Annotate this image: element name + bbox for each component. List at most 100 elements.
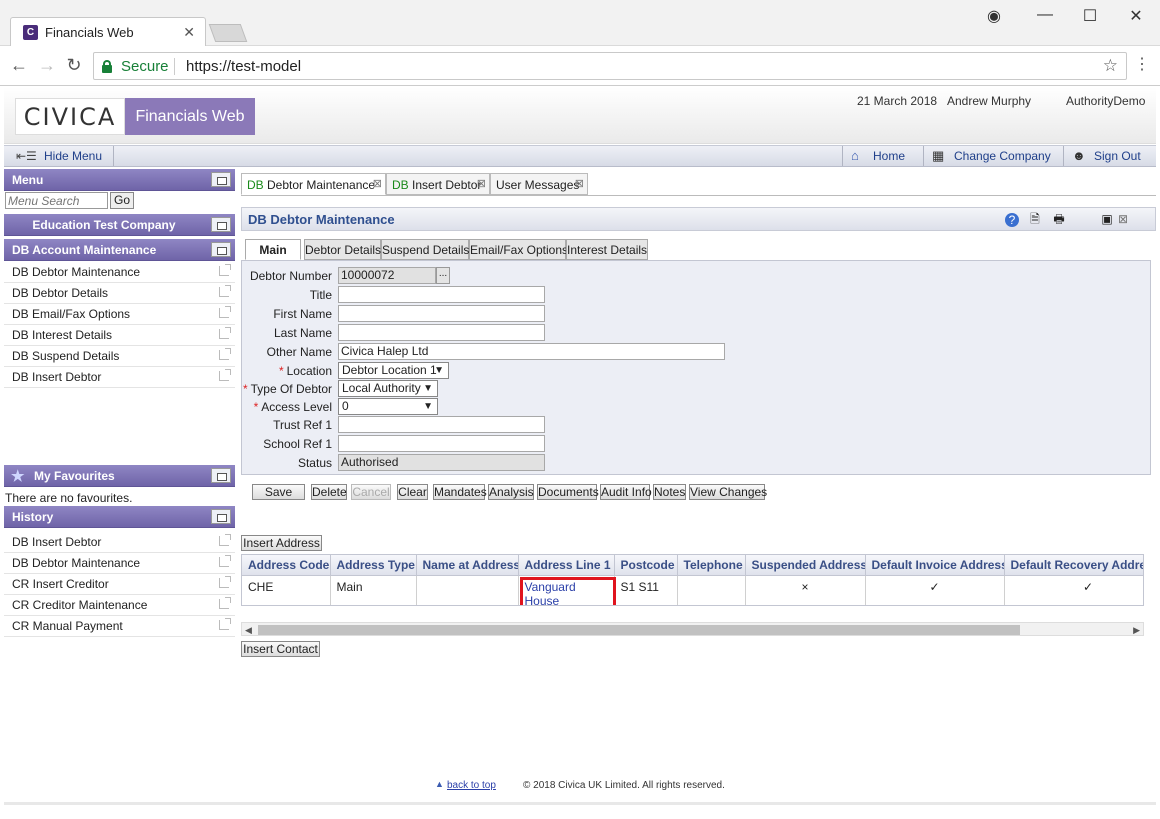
mandates-button[interactable]: Mandates: [433, 484, 487, 500]
column-header[interactable]: Address Code: [242, 555, 331, 576]
open-link-icon[interactable]: [219, 306, 231, 318]
tab-suspend-details[interactable]: Suspend Details: [381, 239, 469, 260]
browser-menu-icon[interactable]: ⋮: [1134, 54, 1150, 74]
tab-close-icon[interactable]: ✕: [183, 24, 195, 41]
print-icon[interactable]: 🖶: [1051, 212, 1067, 227]
open-link-icon[interactable]: [219, 264, 231, 276]
column-header[interactable]: Postcode: [614, 555, 678, 576]
open-link-icon[interactable]: [219, 576, 231, 588]
column-header[interactable]: Address Line 1: [518, 555, 615, 576]
open-link-icon[interactable]: [219, 369, 231, 381]
save-button[interactable]: Save: [252, 484, 305, 500]
trust-ref-field[interactable]: [338, 416, 545, 433]
scroll-right-icon[interactable]: ▶: [1133, 623, 1140, 637]
sidebar-item-db-insert-debtor[interactable]: DB Insert Debtor: [4, 367, 235, 388]
sidebar-item-db-debtor-details[interactable]: DB Debtor Details: [4, 283, 235, 304]
reload-icon[interactable]: ↻: [63, 55, 85, 76]
account-maintenance-header[interactable]: DB Account Maintenance: [4, 239, 235, 261]
insert-address-button[interactable]: Insert Address: [241, 535, 322, 551]
location-select[interactable]: Debtor Location 1 ▼: [338, 362, 449, 379]
open-link-icon[interactable]: [219, 348, 231, 360]
sidebar-item-db-suspend-details[interactable]: DB Suspend Details: [4, 346, 235, 367]
last-name-field[interactable]: [338, 324, 545, 341]
menu-panel-toggle-icon[interactable]: [211, 172, 231, 187]
title-field[interactable]: [338, 286, 545, 303]
history-item[interactable]: CR Manual Payment: [4, 616, 235, 637]
menu-search-go-button[interactable]: Go: [110, 192, 134, 209]
column-header[interactable]: Name at Address: [416, 555, 519, 576]
help-icon[interactable]: ?: [1005, 213, 1019, 227]
back-arrow-icon[interactable]: ←: [8, 55, 30, 76]
other-name-field[interactable]: Civica Halep Ltd: [338, 343, 725, 360]
access-level-select[interactable]: 0 ▼: [338, 398, 438, 415]
new-tab-button[interactable]: [208, 24, 248, 42]
sidebar-item-db-email-fax-options[interactable]: DB Email/Fax Options: [4, 304, 235, 325]
tab-debtor-details[interactable]: Debtor Details: [304, 239, 381, 260]
sidebar-item-db-debtor-maintenance[interactable]: DB Debtor Maintenance: [4, 262, 235, 283]
browser-user-icon[interactable]: ◉: [982, 6, 1006, 26]
history-toggle-icon[interactable]: [211, 509, 231, 524]
hide-menu-button[interactable]: ⇤☰ Hide Menu: [4, 146, 114, 166]
tab-main[interactable]: Main: [245, 239, 301, 260]
cancel-button[interactable]: Cancel: [351, 484, 391, 500]
new-window-icon[interactable]: ▣: [1099, 212, 1115, 227]
history-item[interactable]: DB Debtor Maintenance: [4, 553, 235, 574]
open-link-icon[interactable]: [219, 555, 231, 567]
url-text[interactable]: https://test-model: [186, 58, 301, 75]
open-link-icon[interactable]: [219, 618, 231, 630]
scroll-left-icon[interactable]: ◀: [245, 623, 252, 637]
tab-interest-details[interactable]: Interest Details: [566, 239, 648, 260]
tab-close-icon[interactable]: ⊠: [575, 177, 584, 190]
documents-button[interactable]: Documents: [537, 484, 599, 500]
column-header[interactable]: Default Recovery Address: [1004, 555, 1143, 576]
close-page-icon[interactable]: ⊠: [1115, 212, 1131, 227]
change-company-button[interactable]: ▦ Change Company: [923, 146, 1063, 166]
debtor-lookup-button[interactable]: ...: [436, 267, 450, 284]
tab-email-fax-options[interactable]: Email/Fax Options: [469, 239, 568, 260]
type-of-debtor-select[interactable]: Local Authority ▼: [338, 380, 438, 397]
window-close-icon[interactable]: ✕: [1124, 6, 1148, 26]
address-bar[interactable]: Secure https://test-model ☆: [93, 52, 1127, 80]
scrollbar-thumb[interactable]: [258, 625, 1020, 635]
table-horizontal-scrollbar[interactable]: ◀ ▶: [241, 622, 1144, 636]
column-header[interactable]: Default Invoice Address: [865, 555, 1005, 576]
sidebar-item-db-interest-details[interactable]: DB Interest Details: [4, 325, 235, 346]
forward-arrow-icon[interactable]: →: [36, 55, 58, 76]
sign-out-button[interactable]: ☻ Sign Out: [1063, 146, 1156, 166]
debtor-number-field[interactable]: 10000072: [338, 267, 436, 284]
window-minimize-icon[interactable]: —: [1033, 6, 1057, 24]
delete-button[interactable]: Delete: [311, 484, 347, 500]
open-link-icon[interactable]: [219, 597, 231, 609]
column-header[interactable]: Address Type: [330, 555, 417, 576]
company-panel-toggle-icon[interactable]: [211, 217, 231, 232]
first-name-field[interactable]: [338, 305, 545, 322]
analysis-button[interactable]: Analysis: [488, 484, 534, 500]
audit-info-button[interactable]: Audit Info: [600, 484, 652, 500]
notes-button[interactable]: Notes: [653, 484, 686, 500]
open-link-icon[interactable]: [219, 534, 231, 546]
tab-db-insert-debtor[interactable]: DB Insert Debtor ⊠: [386, 173, 490, 195]
column-header[interactable]: Suspended Address: [745, 555, 866, 576]
browser-tab[interactable]: C Financials Web ✕: [10, 17, 206, 47]
column-header[interactable]: Telephone: [677, 555, 746, 576]
account-maintenance-toggle-icon[interactable]: [211, 242, 231, 257]
school-ref-field[interactable]: [338, 435, 545, 452]
tab-db-debtor-maintenance[interactable]: DB Debtor Maintenance ⊠: [241, 173, 386, 195]
history-item[interactable]: DB Insert Debtor: [4, 532, 235, 553]
view-changes-button[interactable]: View Changes: [689, 484, 767, 500]
tab-user-messages[interactable]: User Messages ⊠: [490, 173, 588, 195]
tab-close-icon[interactable]: ⊠: [477, 177, 486, 190]
clear-button[interactable]: Clear: [397, 484, 428, 500]
export-icon[interactable]: 🗎: [1027, 212, 1043, 227]
open-link-icon[interactable]: [219, 327, 231, 339]
home-button[interactable]: ⌂ Home: [842, 146, 923, 166]
insert-contact-button[interactable]: Insert Contact: [241, 641, 320, 657]
bookmark-star-icon[interactable]: ☆: [1103, 56, 1118, 76]
menu-search-input[interactable]: [5, 192, 108, 209]
open-link-icon[interactable]: [219, 285, 231, 297]
history-item[interactable]: CR Insert Creditor: [4, 574, 235, 595]
history-item[interactable]: CR Creditor Maintenance: [4, 595, 235, 616]
back-to-top-link[interactable]: back to top: [447, 780, 496, 791]
table-row[interactable]: CHE Main Vanguard House S1 S11 × ✓ ✓: [242, 575, 1143, 605]
window-maximize-icon[interactable]: ☐: [1078, 6, 1102, 26]
